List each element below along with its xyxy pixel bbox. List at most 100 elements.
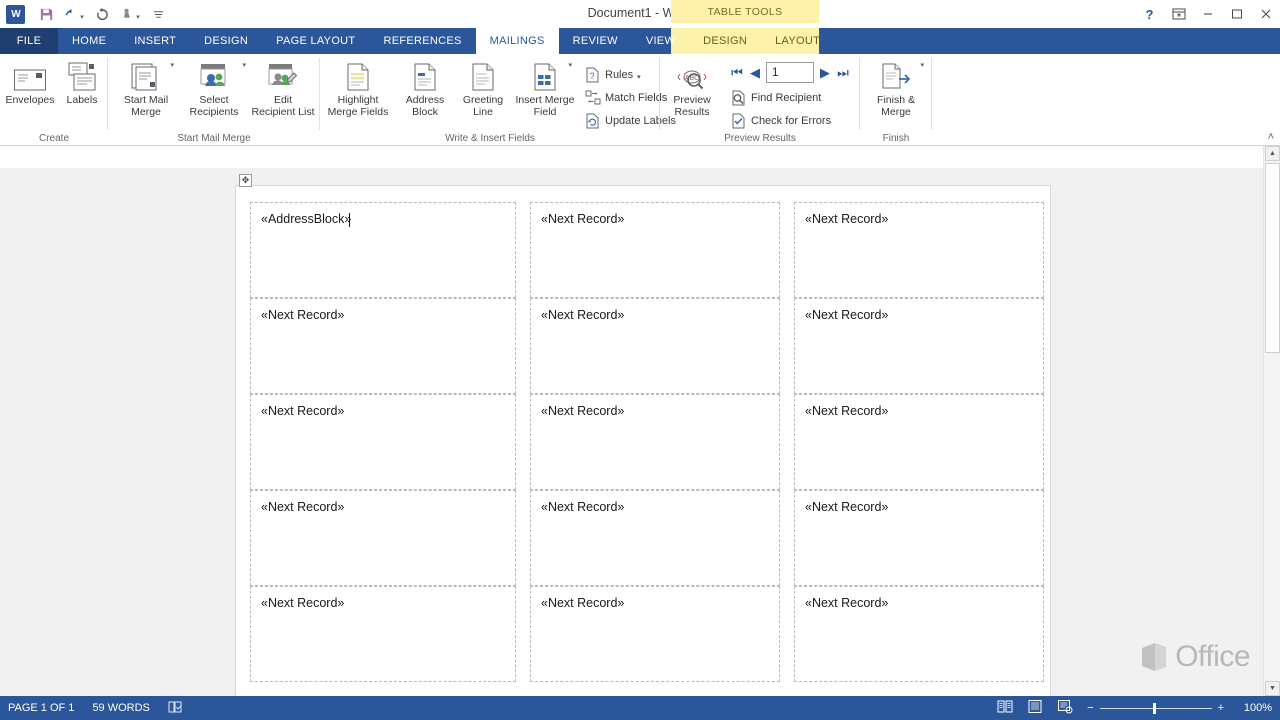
merge-field[interactable]: «Next Record» xyxy=(541,308,624,322)
merge-field[interactable]: «Next Record» xyxy=(261,308,344,322)
zoom-out-button[interactable]: − xyxy=(1087,702,1093,714)
read-mode-view-button[interactable] xyxy=(997,699,1013,717)
zoom-thumb[interactable] xyxy=(1152,702,1156,714)
labels-button[interactable]: Labels xyxy=(56,58,108,126)
label-cell[interactable]: «Next Record» xyxy=(250,298,516,394)
envelopes-button[interactable]: Envelopes xyxy=(4,58,56,126)
preview-results-button[interactable]: ABC Preview Results xyxy=(666,58,718,126)
chevron-down-icon[interactable]: ▾ xyxy=(568,60,572,125)
next-record-button[interactable]: ▶ xyxy=(818,65,832,81)
previous-record-button[interactable]: ◀ xyxy=(748,65,762,81)
label-table[interactable]: «AddressBlock» «Next Record» «Next Recor… xyxy=(250,202,1046,682)
check-for-errors-label: Check for Errors xyxy=(751,114,832,127)
merge-field[interactable]: «Next Record» xyxy=(541,596,624,610)
web-layout-view-button[interactable] xyxy=(1057,699,1073,717)
merge-field[interactable]: «Next Record» xyxy=(805,308,888,322)
scroll-down-arrow-icon[interactable]: ▼ xyxy=(1265,681,1280,696)
tab-view[interactable]: VIEW xyxy=(632,28,689,54)
label-cell[interactable]: «Next Record» xyxy=(794,394,1044,490)
touch-mode-icon[interactable]: ▾ xyxy=(117,2,143,26)
tab-insert[interactable]: INSERT xyxy=(120,28,190,54)
label-cell[interactable]: «Next Record» xyxy=(794,586,1044,682)
ribbon: Envelopes Labels Create Start Mail Merge… xyxy=(0,54,1280,146)
greeting-line-button[interactable]: Greeting Line xyxy=(456,58,510,126)
tab-design[interactable]: DESIGN xyxy=(190,28,262,54)
page-indicator[interactable]: PAGE 1 OF 1 xyxy=(8,702,74,714)
tab-review[interactable]: REVIEW xyxy=(559,28,632,54)
chevron-down-icon[interactable]: ▾ xyxy=(920,60,924,125)
zoom-level[interactable]: 100% xyxy=(1238,702,1272,714)
proofing-errors-icon[interactable] xyxy=(168,700,183,717)
scrollbar-thumb[interactable] xyxy=(1265,163,1280,353)
merge-field[interactable]: «AddressBlock» xyxy=(261,212,351,226)
last-record-button[interactable]: ⏭ xyxy=(836,65,850,81)
label-cell[interactable]: «Next Record» xyxy=(250,394,516,490)
match-fields-button[interactable]: Match Fields xyxy=(584,86,667,109)
zoom-in-button[interactable]: + xyxy=(1218,702,1224,714)
start-mail-merge-button[interactable]: Start Mail Merge ▾ xyxy=(114,58,178,126)
label-cell[interactable]: «Next Record» xyxy=(794,490,1044,586)
merge-field[interactable]: «Next Record» xyxy=(805,596,888,610)
label-cell[interactable]: «AddressBlock» xyxy=(250,202,516,298)
word-count[interactable]: 59 WORDS xyxy=(92,702,149,714)
text-cursor xyxy=(349,213,350,227)
rules-button[interactable]: ? Rules ▾ xyxy=(584,63,641,86)
merge-field[interactable]: «Next Record» xyxy=(261,500,344,514)
merge-field[interactable]: «Next Record» xyxy=(541,500,624,514)
edit-recipient-list-button[interactable]: Edit Recipient List xyxy=(250,58,316,126)
merge-field[interactable]: «Next Record» xyxy=(261,596,344,610)
collapse-ribbon-button[interactable]: ˄ xyxy=(1268,131,1274,143)
tab-references[interactable]: REFERENCES xyxy=(369,28,475,54)
save-icon[interactable] xyxy=(33,2,59,26)
close-button[interactable] xyxy=(1251,1,1280,27)
label-cell[interactable]: «Next Record» xyxy=(530,586,780,682)
document-page[interactable]: ✥ «AddressBlock» «Next Record» «Next Rec… xyxy=(236,174,1050,696)
first-record-button[interactable]: ⏮ xyxy=(730,65,744,81)
insert-merge-field-button[interactable]: Insert Merge Field ▾ xyxy=(512,58,578,126)
merge-field[interactable]: «Next Record» xyxy=(805,212,888,226)
label-cell[interactable]: «Next Record» xyxy=(794,202,1044,298)
tab-table-design[interactable]: DESIGN xyxy=(689,28,761,54)
label-cell[interactable]: «Next Record» xyxy=(530,490,780,586)
undo-icon[interactable]: ▾ xyxy=(61,2,87,26)
record-number-input[interactable]: 1 xyxy=(766,62,814,83)
check-for-errors-button[interactable]: Check for Errors xyxy=(730,109,831,132)
zoom-slider[interactable]: − + xyxy=(1087,702,1224,714)
chevron-down-icon[interactable]: ▾ xyxy=(242,60,246,125)
merge-field[interactable]: «Next Record» xyxy=(261,404,344,418)
zoom-track[interactable] xyxy=(1099,702,1212,714)
tab-mailings[interactable]: MAILINGS xyxy=(475,28,559,54)
tab-file[interactable]: FILE xyxy=(0,28,58,54)
minimize-button[interactable] xyxy=(1193,1,1222,27)
customize-qat-icon[interactable] xyxy=(145,2,171,26)
label-cell[interactable]: «Next Record» xyxy=(250,586,516,682)
table-move-handle[interactable]: ✥ xyxy=(239,174,252,187)
merge-field[interactable]: «Next Record» xyxy=(805,500,888,514)
chevron-down-icon[interactable]: ▾ xyxy=(637,73,641,81)
tab-home[interactable]: HOME xyxy=(58,28,120,54)
redo-icon[interactable] xyxy=(89,2,115,26)
find-recipient-button[interactable]: Find Recipient xyxy=(730,86,821,109)
help-button[interactable]: ? xyxy=(1135,1,1164,27)
tab-table-layout[interactable]: LAYOUT xyxy=(761,28,834,54)
merge-field[interactable]: «Next Record» xyxy=(541,404,624,418)
merge-field[interactable]: «Next Record» xyxy=(805,404,888,418)
scroll-up-arrow-icon[interactable]: ▲ xyxy=(1265,146,1280,161)
document-canvas[interactable]: ✥ «AddressBlock» «Next Record» «Next Rec… xyxy=(0,168,1280,696)
label-cell[interactable]: «Next Record» xyxy=(250,490,516,586)
address-block-button[interactable]: Address Block xyxy=(396,58,454,126)
restore-button[interactable] xyxy=(1222,1,1251,27)
highlight-merge-fields-button[interactable]: Highlight Merge Fields xyxy=(324,58,392,126)
label-cell[interactable]: «Next Record» xyxy=(530,202,780,298)
finish-and-merge-button[interactable]: Finish & Merge ▾ xyxy=(866,58,926,126)
select-recipients-button[interactable]: Select Recipients ▾ xyxy=(180,58,248,126)
label-cell[interactable]: «Next Record» xyxy=(530,298,780,394)
merge-field[interactable]: «Next Record» xyxy=(541,212,624,226)
chevron-down-icon[interactable]: ▾ xyxy=(170,60,174,125)
tab-page-layout[interactable]: PAGE LAYOUT xyxy=(262,28,369,54)
vertical-scrollbar[interactable]: ▲ ▼ xyxy=(1263,146,1280,696)
label-cell[interactable]: «Next Record» xyxy=(530,394,780,490)
label-cell[interactable]: «Next Record» xyxy=(794,298,1044,394)
print-layout-view-button[interactable] xyxy=(1027,699,1043,717)
ribbon-display-options-button[interactable] xyxy=(1164,1,1193,27)
